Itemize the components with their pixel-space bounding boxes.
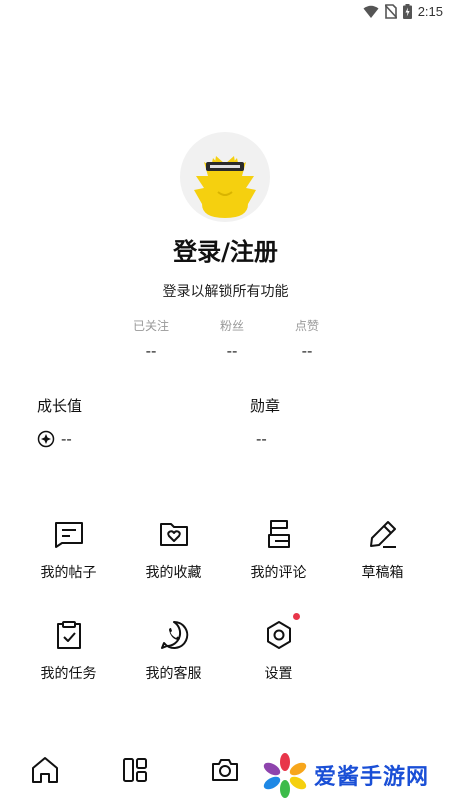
- avatar[interactable]: [180, 132, 270, 222]
- stat-label: 已关注: [132, 319, 169, 333]
- menu-label: 我的任务: [40, 666, 97, 682]
- watermark-text: 爱酱手游网: [314, 765, 430, 790]
- stat-likes[interactable]: 点赞 --: [267, 317, 347, 360]
- task-clipboard-icon: [56, 621, 81, 649]
- menu-my-tasks[interactable]: 我的任务: [16, 619, 121, 683]
- stat-value: --: [145, 342, 157, 360]
- stat-label: 粉丝: [219, 319, 244, 333]
- menu-label: 我的帖子: [40, 565, 97, 581]
- menu-label: 草稿箱: [361, 565, 404, 581]
- menu-label: 我的收藏: [145, 565, 202, 581]
- phone-icon: [160, 620, 188, 649]
- growth-value: --: [61, 430, 72, 448]
- no-sim-icon: [384, 4, 397, 19]
- menu-my-posts[interactable]: 我的帖子: [16, 518, 121, 582]
- menu-label: 我的客服: [145, 666, 202, 682]
- camera-icon[interactable]: [209, 754, 241, 786]
- growth-label[interactable]: 成长值: [37, 395, 82, 416]
- layout-icon[interactable]: [119, 754, 151, 786]
- status-time: 2:15: [417, 4, 443, 19]
- growth-icon: [37, 430, 55, 448]
- login-register-title[interactable]: 登录/注册: [0, 232, 451, 267]
- settings-icon-wrap: [263, 613, 300, 651]
- stat-label: 点赞: [294, 319, 319, 333]
- medal-value-text: --: [256, 430, 267, 448]
- post-icon: [54, 522, 83, 548]
- login-subtitle: 登录以解锁所有功能: [162, 284, 289, 300]
- stat-value: --: [226, 342, 238, 360]
- stat-value: --: [301, 342, 313, 360]
- menu-my-favorites[interactable]: 我的收藏: [121, 518, 226, 582]
- comment-icon: [267, 520, 290, 548]
- menu-label: 设置: [264, 666, 293, 682]
- pinwheel-logo-icon: [263, 753, 307, 798]
- favorite-folder-icon: [159, 523, 188, 546]
- medal-label[interactable]: 勋章: [250, 395, 280, 416]
- status-bar: 2:15: [0, 0, 451, 26]
- menu-customer-service[interactable]: 我的客服: [121, 619, 226, 683]
- growth-value-row[interactable]: --: [37, 430, 72, 448]
- pencil-icon: [369, 521, 396, 548]
- home-icon[interactable]: [29, 754, 61, 786]
- menu-settings[interactable]: 设置: [226, 613, 331, 683]
- stat-following[interactable]: 已关注 --: [111, 317, 191, 360]
- notification-dot: [292, 613, 300, 620]
- mascot-avatar-icon: [194, 156, 256, 218]
- medal-value[interactable]: --: [256, 430, 267, 448]
- watermark-logo: 爱酱手游网: [262, 752, 429, 798]
- settings-hexagon-icon: [266, 621, 291, 649]
- status-icons: 2:15: [363, 4, 443, 19]
- menu-my-comments[interactable]: 我的评论: [226, 518, 331, 582]
- wifi-icon: [363, 5, 379, 18]
- menu-label: 我的评论: [250, 565, 307, 581]
- menu-drafts[interactable]: 草稿箱: [330, 518, 435, 582]
- stat-followers[interactable]: 粉丝 --: [192, 317, 272, 360]
- battery-charging-icon: [402, 4, 412, 19]
